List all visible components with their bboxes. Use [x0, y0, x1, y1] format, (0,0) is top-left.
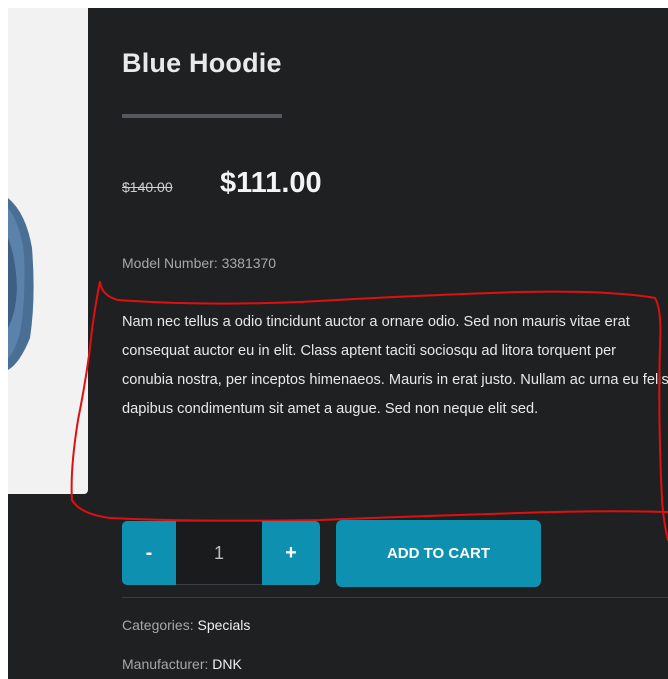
model-number: Model Number: 3381370: [122, 255, 276, 271]
manufacturer-row: Manufacturer: DNK: [122, 656, 242, 672]
model-number-value: 3381370: [221, 255, 277, 271]
add-to-cart-button[interactable]: ADD TO CART: [336, 520, 541, 587]
product-description: Nam nec tellus a odio tincidunt auctor a…: [122, 314, 668, 417]
sale-price: $111.00: [220, 167, 322, 199]
quantity-increase-button[interactable]: +: [262, 521, 320, 585]
categories-row: Categories: Specials: [122, 617, 250, 633]
manufacturer-link[interactable]: DNK: [212, 656, 242, 672]
old-price: $140.00: [122, 179, 173, 195]
product-image[interactable]: [8, 8, 88, 494]
categories-label: Categories:: [122, 617, 194, 633]
quantity-decrease-button[interactable]: -: [122, 521, 176, 585]
manufacturer-label: Manufacturer:: [122, 656, 209, 672]
quantity-input[interactable]: [176, 521, 262, 585]
model-number-label: Model Number:: [122, 255, 218, 271]
product-title: Blue Hoodie: [122, 48, 282, 78]
title-divider: [122, 114, 282, 118]
hoodie-image-fragment: [8, 198, 34, 370]
category-link-specials[interactable]: Specials: [197, 617, 250, 633]
meta-divider: [122, 597, 668, 598]
